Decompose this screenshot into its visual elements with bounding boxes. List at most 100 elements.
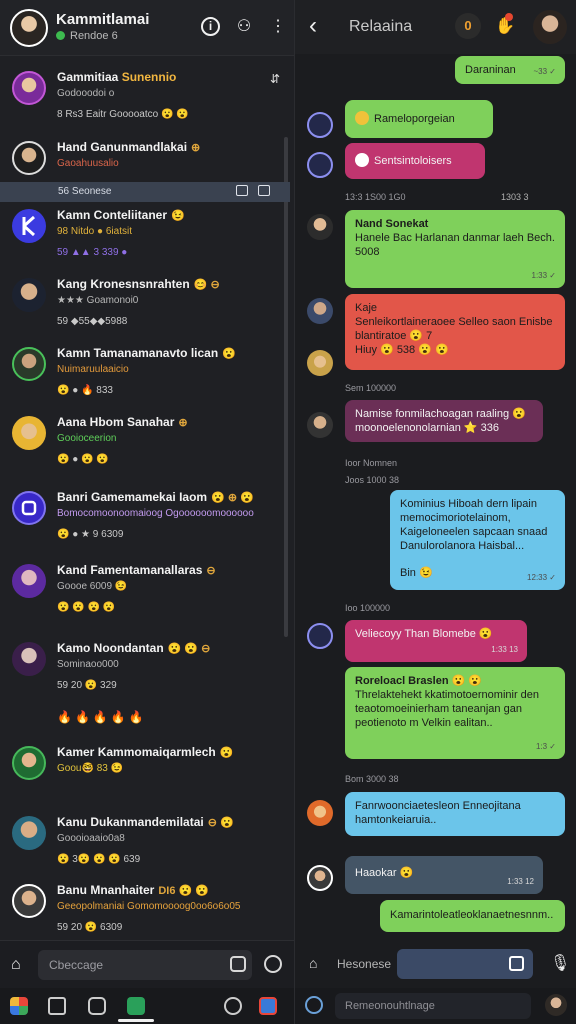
message-bubble[interactable]: Rameloporgeian: [345, 100, 493, 138]
chat-meta: 8 Rs3 Eaitr Gooooatco 😮 😮: [57, 109, 189, 120]
conversation-header: ‹ Relaaina 0 ✋: [295, 0, 576, 54]
add-contact-icon[interactable]: ⚇: [232, 15, 256, 39]
sender-avatar: [307, 298, 333, 324]
mic-icon[interactable]: 🎙: [550, 953, 570, 973]
chat-item[interactable]: Kamn Conteliitaner 😉 98 Nitdo ● 6iatsit 5…: [0, 200, 286, 270]
message-body: memocimoriotelainom, Kaigeloneelen sapca…: [400, 512, 548, 552]
chat-avatar: [12, 141, 46, 175]
emoji-icon[interactable]: [305, 996, 323, 1014]
back-icon[interactable]: ‹: [309, 12, 317, 40]
message-bubble[interactable]: Haaokar 😮 1:33 12: [345, 856, 543, 894]
message-text: Roreloacl Braslen 😮 😮: [355, 675, 483, 687]
camera-icon[interactable]: [230, 956, 246, 972]
chat-avatar: [12, 416, 46, 450]
chat-name: Kang Kronesnsnrahten: [57, 277, 190, 291]
chat-badge: DI6 😮 😮: [158, 885, 209, 897]
chat-preview: ★★★ Goamonoi0: [57, 295, 139, 306]
chat-preview: Goou🤓 83 😉: [57, 763, 124, 774]
camera-icon[interactable]: [509, 956, 524, 971]
peer-avatar[interactable]: [533, 10, 567, 44]
chat-meta: 59 ◆55◆◆5988: [57, 316, 128, 327]
message-body: hamtonkeiaruia..: [355, 814, 437, 826]
chat-meta: 😮 😮 😮 😮: [57, 602, 116, 613]
message-body: Hanele Bac Harlanan danmar laeh Bech.: [355, 232, 555, 244]
user-avatar[interactable]: [545, 994, 567, 1016]
message-bubble[interactable]: Veliecoyy Than Blomebe 😮 1:33 13: [345, 620, 527, 662]
message-bubble[interactable]: Sentsintoloisers: [345, 143, 485, 179]
secondary-input[interactable]: Remeonouhtlnage: [335, 993, 531, 1019]
counter-badge[interactable]: 0: [455, 13, 481, 39]
timestamp-label: 1303 3: [501, 192, 529, 202]
sender-avatar: [307, 623, 333, 649]
chat-preview: Sominaoo000: [57, 659, 119, 670]
apps-icon[interactable]: [10, 997, 28, 1015]
mute-icon[interactable]: [258, 185, 270, 196]
message-bubble[interactable]: Kamarintoleatleoklanaetnesnnm..: [380, 900, 565, 932]
sort-icon[interactable]: ⇵: [270, 72, 280, 86]
secondary-input-placeholder: Remeonouhtlnage: [345, 1000, 435, 1012]
chat-item[interactable]: Kand Famentamanallaras ⊖ Goooe 6009 😉 😮 😮…: [0, 555, 286, 625]
app-title: Kammitlamai: [56, 11, 150, 28]
home-icon[interactable]: ⌂: [11, 956, 21, 974]
message-time: 1:33 12: [507, 877, 534, 886]
chat-avatar: [12, 816, 46, 850]
chat-meta: 😮 ● ★ 9 6309: [57, 529, 124, 540]
date-separator: Sem 100000: [345, 383, 397, 393]
message-bubble[interactable]: Daraninan ~33 ✓: [455, 56, 565, 84]
account-status-text: Rendoe 6: [70, 30, 118, 42]
message-bubble[interactable]: Roreloacl Braslen 😮 😮 Threlaktehekt kkat…: [345, 667, 565, 759]
archive-icon[interactable]: [236, 185, 248, 196]
left-header: Kammitlamai Rendoe 6 i ⚇ ⋮: [0, 0, 294, 56]
message-text: Veliecoyy Than Blomebe 😮: [355, 628, 493, 640]
profile-avatar[interactable]: [10, 9, 48, 47]
message-bubble[interactable]: Fanrwoonciaetesleon Enneojitana hamtonke…: [345, 792, 565, 836]
chat-avatar: [12, 884, 46, 918]
message-compose-bar: ⌂ Hesonese 🎙: [295, 940, 576, 988]
chat-preview: Goooe 6009 😉: [57, 581, 128, 592]
clock-icon[interactable]: [224, 997, 242, 1015]
emoji-icon[interactable]: [264, 955, 282, 973]
sender-avatar: [307, 214, 333, 240]
chat-item[interactable]: Aana Hbom Sanahar ⊕ Gooioceerion 😮 ● 😮 😮: [0, 407, 286, 477]
chat-meta: 59 20 😮 6309: [57, 922, 123, 933]
conversation-title: Relaaina: [349, 18, 413, 35]
notification-dot-icon: [505, 13, 513, 21]
chat-item[interactable]: Kamo Noondantan 😮 😮 ⊖ Sominaoo000 59 20 😮…: [0, 633, 286, 703]
reaction-icon[interactable]: ✋: [495, 13, 515, 36]
chat-item[interactable]: Kamer Kammomaiqarmlech 😮 Goou🤓 83 😉: [0, 737, 286, 807]
chat-preview: Nuimaruulaaicio: [57, 364, 129, 375]
chat-meta: 59 ▲▲ 3 339 ●: [57, 247, 128, 258]
message-bubble[interactable]: Namise fonmilachoagan raaling 😮 moonoele…: [345, 400, 543, 442]
conversation-pane: ‹ Relaaina 0 ✋ Daraninan ~33 ✓ Ramelopor…: [294, 0, 576, 1024]
date-separator: Ioor Nomnen: [345, 458, 398, 468]
info-icon[interactable]: i: [201, 17, 220, 36]
message-bubble[interactable]: Kominius Hiboah dern lipain memocimoriot…: [390, 490, 565, 590]
media-icon[interactable]: [48, 997, 66, 1015]
chat-avatar: [12, 347, 46, 381]
chat-item[interactable]: Kamn Tamanamanavto lican 😮 Nuimaruulaaici…: [0, 338, 286, 408]
attach-icon[interactable]: ⌂: [309, 955, 317, 971]
message-input[interactable]: [397, 949, 533, 979]
chat-badge: 😊 ⊖: [193, 279, 220, 291]
compose-label: Hesonese: [337, 957, 392, 971]
chat-item[interactable]: Kang Kronesnsnrahten 😊 ⊖ ★★★ Goamonoi0 59…: [0, 269, 286, 339]
chats-icon[interactable]: [127, 997, 145, 1015]
bot-icon: [355, 111, 369, 125]
chat-badge: ⊖ 😮: [207, 817, 234, 829]
search-field[interactable]: Cbeccage: [38, 950, 252, 980]
message-bubble[interactable]: Nand Sonekat Hanele Bac Harlanan danmar …: [345, 210, 565, 288]
chat-item[interactable]: Banu Mnanhaiter DI6 😮 😮 Geeopolmaniai Gom…: [0, 875, 286, 940]
chat-badge: 😮: [219, 747, 234, 759]
message-bubble[interactable]: Kaje Senleikortlaineraoee Selleo saon En…: [345, 294, 565, 370]
stories-icon[interactable]: [88, 997, 106, 1015]
settings-icon[interactable]: [259, 997, 277, 1015]
date-separator: Bom 3000 38: [345, 774, 399, 784]
left-compose-bar: ⌂ Cbeccage: [0, 940, 294, 988]
chat-item[interactable]: Gammitiaa Sunennio Godooodoi o 8 Rs3 Eai…: [0, 62, 286, 132]
chat-avatar: [12, 491, 46, 525]
more-menu-icon[interactable]: ⋮: [266, 15, 290, 39]
reaction-row: 🔥🔥🔥🔥🔥: [57, 710, 147, 724]
chat-name: Kamn Tamanamanavto lican: [57, 346, 219, 360]
chat-item[interactable]: Kanu Dukanmandemilatai ⊖ 😮 Goooioaaio0a8 …: [0, 807, 286, 877]
chat-item[interactable]: Banri Gamemamekai Iaom 😮 ⊕ 😮 Bomocomoonoo…: [0, 482, 286, 552]
